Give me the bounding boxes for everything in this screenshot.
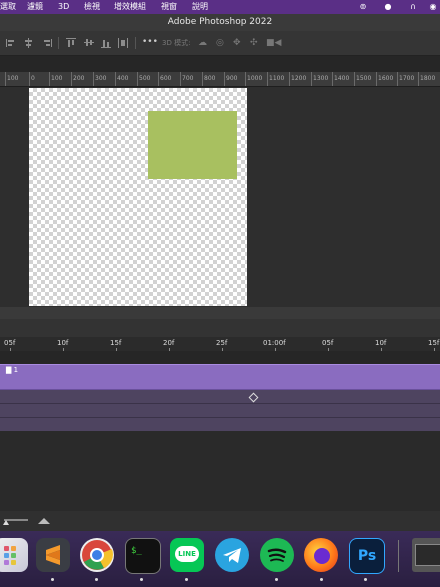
photoshop-icon[interactable]: Ps xyxy=(349,538,385,574)
track-subrow-style[interactable] xyxy=(0,418,440,432)
headphones-icon[interactable]: ∩ xyxy=(408,2,418,12)
ruler-label: 1300 xyxy=(313,75,329,82)
menu-plugins[interactable]: 增效模組 xyxy=(114,0,146,14)
zoom-mountain-icon[interactable] xyxy=(38,518,50,524)
running-indicator xyxy=(95,578,98,581)
ruler-label: 200 xyxy=(73,75,85,82)
timeline-label: 10f xyxy=(375,339,387,347)
ruler-label: 100 xyxy=(7,75,19,82)
ruler-label: 1600 xyxy=(378,75,394,82)
pan-3d-icon[interactable]: ✥ xyxy=(233,38,243,48)
ps-text: Ps xyxy=(357,548,377,564)
creative-cloud-icon[interactable]: ⊚ xyxy=(358,2,368,12)
options-bar: ••• 3D 模式: ☁ ◎ ✥ ✣ ■◀ xyxy=(0,31,440,56)
timeline-ruler[interactable]: 05f 10f 15f 20f 25f 01:00f 05f 10f 15f xyxy=(0,337,440,351)
media-play-icon[interactable]: ◉ xyxy=(428,2,438,12)
ruler-label: 1500 xyxy=(356,75,372,82)
chrome-icon[interactable] xyxy=(80,538,114,572)
ruler-label: 500 xyxy=(139,75,151,82)
timeline-label: 05f xyxy=(4,339,16,347)
track-name: 1 xyxy=(13,366,19,374)
timeline-bottom-bar xyxy=(0,511,440,531)
align-bottom-icon[interactable] xyxy=(101,38,111,48)
align-center-h-icon[interactable] xyxy=(24,38,34,48)
window-title: Adobe Photoshop 2022 xyxy=(167,17,273,27)
slide-3d-icon[interactable]: ✣ xyxy=(250,38,260,48)
running-indicator xyxy=(140,578,143,581)
track-subrow-position[interactable] xyxy=(0,390,440,404)
timeline-gap xyxy=(0,351,440,364)
telegram-icon[interactable] xyxy=(215,538,249,572)
options-separator xyxy=(58,37,59,49)
menu-filter[interactable]: 濾鏡 xyxy=(27,0,43,14)
document-tab-strip xyxy=(0,56,440,72)
ruler-label: 600 xyxy=(160,75,172,82)
firefox-icon[interactable] xyxy=(304,538,338,572)
window-title-bar: Adobe Photoshop 2022 xyxy=(0,14,440,31)
timeline-empty-area xyxy=(0,431,440,511)
running-indicator xyxy=(275,578,278,581)
timeline-controls-bar xyxy=(0,319,440,337)
line-icon[interactable]: LINE xyxy=(170,538,204,572)
options-separator xyxy=(135,37,136,49)
timeline-label: 20f xyxy=(163,339,175,347)
distribute-icon[interactable] xyxy=(118,38,128,48)
window-thumbnail[interactable] xyxy=(412,538,440,572)
terminal-prompt: $_ xyxy=(131,546,142,556)
timeline-label: 01:00f xyxy=(263,339,286,347)
line-bubble: LINE xyxy=(175,546,199,562)
ruler-label: 1200 xyxy=(291,75,307,82)
ruler-label: 1400 xyxy=(334,75,350,82)
menu-view[interactable]: 檢視 xyxy=(84,0,100,14)
timeline-label: 05f xyxy=(322,339,334,347)
track-subrow-opacity[interactable] xyxy=(0,404,440,418)
scale-3d-icon[interactable]: ■◀ xyxy=(266,38,281,48)
timeline-layer-track[interactable] xyxy=(0,364,440,390)
horizontal-ruler: 100 0 100 200 300 400 500 600 700 800 90… xyxy=(0,72,440,87)
align-top-icon[interactable] xyxy=(66,38,76,48)
ruler-label: 800 xyxy=(204,75,216,82)
dock-separator xyxy=(398,540,399,572)
align-right-icon[interactable] xyxy=(42,38,52,48)
running-indicator xyxy=(320,578,323,581)
ruler-label: 700 xyxy=(182,75,194,82)
timeline-label: 25f xyxy=(216,339,228,347)
ruler-label: 400 xyxy=(117,75,129,82)
align-middle-v-icon[interactable] xyxy=(84,38,94,48)
align-left-icon[interactable] xyxy=(6,38,16,48)
menu-3d[interactable]: 3D xyxy=(58,0,69,14)
ruler-label: 100 xyxy=(51,75,63,82)
ruler-label: 1100 xyxy=(269,75,285,82)
running-indicator xyxy=(364,578,367,581)
running-indicator xyxy=(51,578,54,581)
menu-bar: 選取 濾鏡 3D 檢視 增效模組 視窗 說明 ⊚ ● ∩ ◉ xyxy=(0,0,440,14)
menu-window[interactable]: 視窗 xyxy=(161,0,177,14)
track-label: ▇ 1 xyxy=(6,366,19,374)
timeline-label: 15f xyxy=(110,339,122,347)
terminal-icon[interactable]: $_ xyxy=(125,538,161,574)
more-options-icon[interactable]: ••• xyxy=(142,38,158,48)
orbit-3d-icon[interactable]: ☁ xyxy=(198,38,208,48)
ruler-label: 900 xyxy=(226,75,238,82)
zoom-slider-knob[interactable] xyxy=(3,520,9,525)
ruler-label: 1000 xyxy=(247,75,263,82)
running-indicator xyxy=(185,578,188,581)
roll-3d-icon[interactable]: ◎ xyxy=(216,38,226,48)
green-rectangle-layer[interactable] xyxy=(148,111,237,179)
ruler-label: 300 xyxy=(95,75,107,82)
ruler-label: 1800 xyxy=(420,75,436,82)
timeline-label: 10f xyxy=(57,339,69,347)
sublime-text-icon[interactable] xyxy=(36,538,70,572)
ruler-label: 1700 xyxy=(399,75,415,82)
menu-help[interactable]: 說明 xyxy=(192,0,208,14)
timeline-label: 15f xyxy=(428,339,440,347)
3d-mode-label: 3D 模式: xyxy=(162,39,191,47)
menu-select[interactable]: 選取 xyxy=(0,0,16,14)
chat-bubble-icon[interactable]: ● xyxy=(383,2,393,12)
spotify-icon[interactable] xyxy=(260,538,294,572)
ruler-label: 0 xyxy=(31,75,35,82)
launchpad-icon[interactable] xyxy=(0,538,28,572)
timeline-panel-header xyxy=(0,307,440,319)
